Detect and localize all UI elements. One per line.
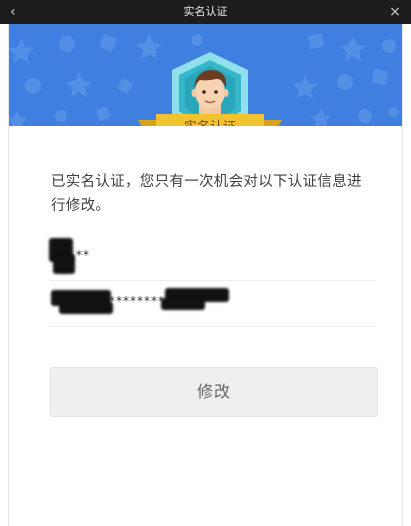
notice-text: 已实名认证，您只有一次机会对以下认证信息进行修改。 (51, 174, 362, 214)
name-field: ** (49, 236, 376, 281)
right-border (402, 24, 403, 526)
id-redaction-right-2 (161, 298, 205, 310)
name-masked-value: ** (76, 248, 90, 262)
id-masked-value: ******** (109, 294, 165, 308)
id-number-field: ******** (49, 282, 376, 327)
close-icon[interactable]: × (387, 2, 403, 22)
window-title: 实名认证 (183, 5, 228, 18)
id-redaction-left-2 (59, 302, 113, 314)
title-bar: ‹ 实名认证 × (0, 0, 411, 24)
name-redaction-2 (53, 254, 75, 274)
verification-page: ‹ 实名认证 × 已实名认证，您只有一次机会对以下认证信息进行修改。 ** **… (0, 0, 411, 526)
modify-button[interactable]: 修改 (50, 367, 378, 417)
